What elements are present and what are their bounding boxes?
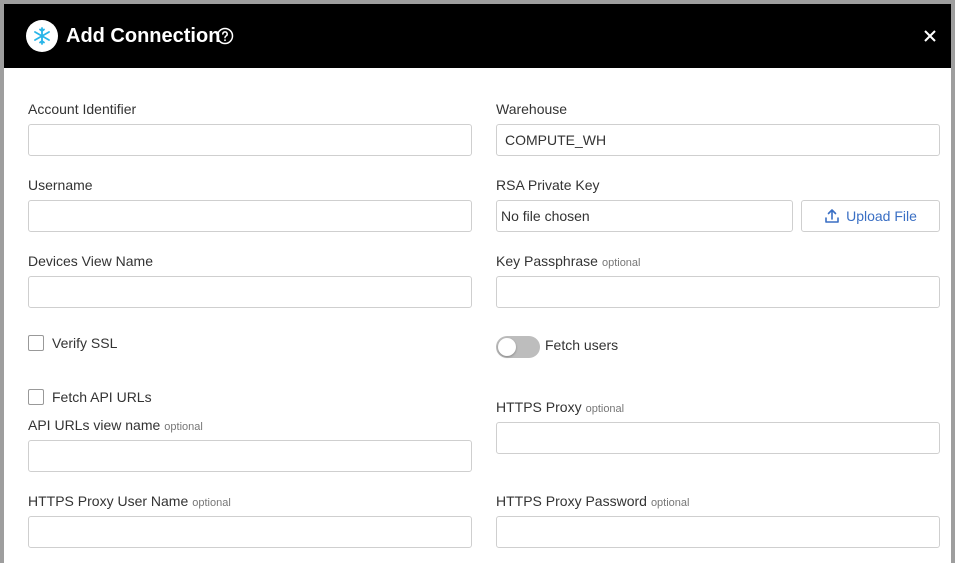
add-connection-dialog: Add Connection Account Identifier Wareho… — [4, 4, 951, 563]
toggle-knob — [498, 338, 516, 356]
https-proxy-input[interactable] — [496, 422, 940, 454]
upload-file-label: Upload File — [846, 208, 917, 224]
account-identifier-label: Account Identifier — [28, 101, 137, 117]
fetch-api-urls-checkbox[interactable] — [28, 389, 44, 405]
https-proxy-password-label: HTTPS Proxy Password optional — [496, 493, 689, 511]
api-urls-view-name-label: API URLs view name optional — [28, 417, 203, 435]
fetch-users-toggle[interactable] — [496, 336, 540, 358]
help-circle-icon[interactable] — [216, 27, 234, 45]
https-proxy-label: HTTPS Proxy optional — [496, 399, 624, 417]
verify-ssl-label: Verify SSL — [52, 335, 118, 351]
optional-tag: optional — [164, 421, 203, 433]
username-label: Username — [28, 177, 93, 193]
key-passphrase-label: Key Passphrase optional — [496, 253, 641, 271]
api-urls-view-name-input[interactable] — [28, 440, 472, 472]
optional-tag: optional — [192, 497, 231, 509]
warehouse-input[interactable] — [496, 124, 940, 156]
dialog-title: Add Connection — [66, 25, 221, 47]
account-identifier-input[interactable] — [28, 124, 472, 156]
file-status-box: No file chosen — [496, 200, 793, 232]
key-passphrase-input[interactable] — [496, 276, 940, 308]
optional-tag: optional — [601, 257, 641, 269]
devices-view-name-label: Devices View Name — [28, 253, 154, 269]
api-urls-view-name-label-text: API URLs view name — [28, 417, 161, 433]
https-proxy-user-name-label: HTTPS Proxy User Name optional — [28, 493, 231, 511]
snowflake-icon — [26, 20, 58, 52]
upload-icon — [825, 209, 839, 223]
warehouse-label: Warehouse — [496, 101, 568, 117]
username-input[interactable] — [28, 200, 472, 232]
devices-view-name-input[interactable] — [28, 276, 472, 308]
https-proxy-password-input[interactable] — [496, 516, 940, 548]
https-proxy-label-text: HTTPS Proxy — [496, 399, 582, 415]
optional-tag: optional — [650, 497, 690, 509]
https-proxy-user-name-input[interactable] — [28, 516, 472, 548]
fetch-api-urls-label: Fetch API URLs — [52, 389, 152, 405]
key-passphrase-label-text: Key Passphrase — [496, 253, 598, 269]
file-status-text: No file chosen — [501, 208, 590, 224]
upload-file-button[interactable]: Upload File — [801, 200, 940, 232]
https-proxy-user-name-label-text: HTTPS Proxy User Name — [28, 493, 189, 509]
dialog-header: Add Connection — [4, 4, 951, 68]
https-proxy-password-label-text: HTTPS Proxy Password — [496, 493, 647, 509]
optional-tag: optional — [585, 403, 625, 415]
verify-ssl-checkbox[interactable] — [28, 335, 44, 351]
rsa-private-key-label: RSA Private Key — [496, 177, 600, 193]
close-icon[interactable] — [922, 28, 938, 44]
fetch-users-label: Fetch users — [545, 337, 619, 353]
